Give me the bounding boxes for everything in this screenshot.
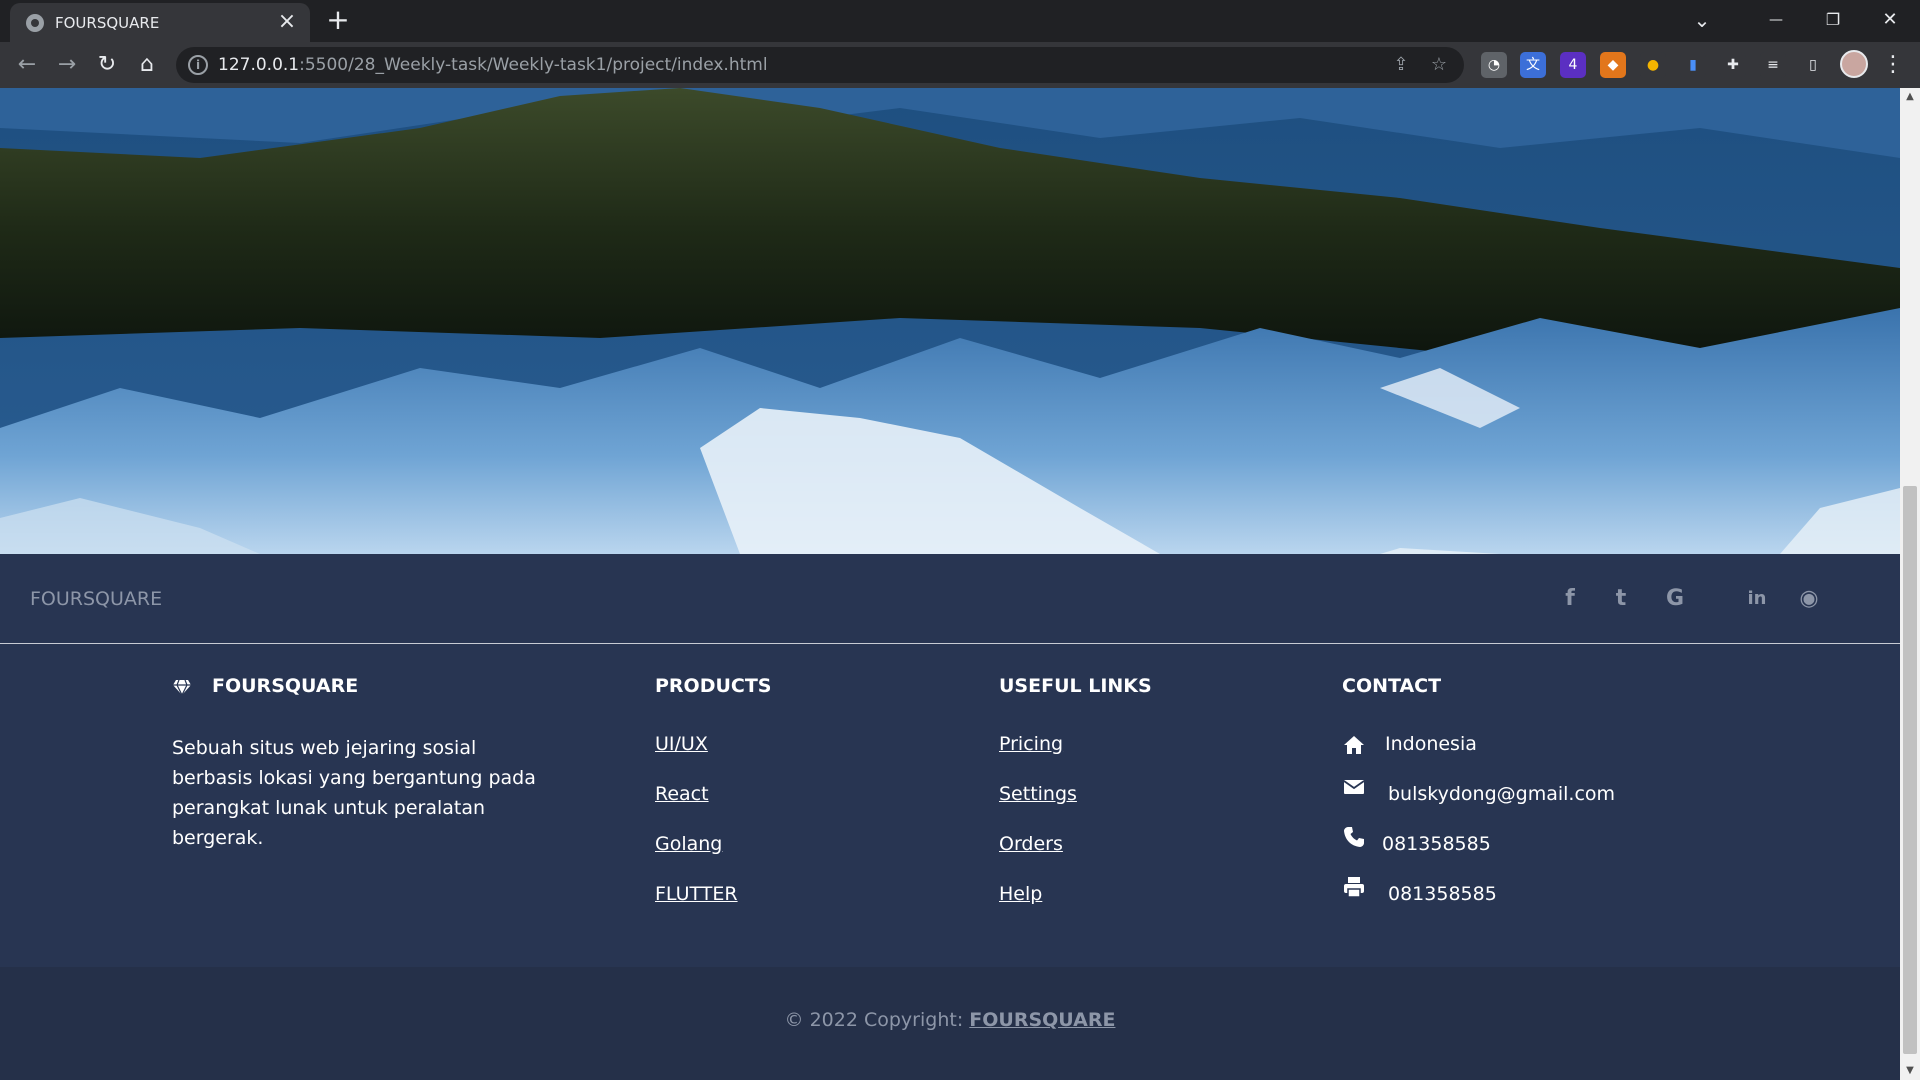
metamask-icon[interactable]: ◆	[1600, 52, 1626, 78]
product-link-uiux[interactable]: UI/UX	[655, 733, 708, 755]
phone-icon	[1344, 827, 1364, 847]
close-tab-icon[interactable]: ×	[274, 9, 300, 35]
contact-fax: 081358585	[1388, 883, 1497, 905]
hero-image	[0, 88, 1900, 554]
product-link-golang[interactable]: Golang	[655, 833, 722, 855]
envelope-icon	[1343, 780, 1365, 794]
extension-5-icon[interactable]: ●	[1640, 52, 1666, 78]
media-control-icon[interactable]: ≡	[1760, 52, 1786, 78]
tab-title: FOURSQUARE	[55, 14, 160, 32]
browser-menu-icon[interactable]: ⋮	[1880, 50, 1906, 80]
contact-email: bulskydong@gmail.com	[1388, 783, 1616, 805]
translate-icon[interactable]: 文	[1520, 52, 1546, 78]
copyright-prefix: © 2022 Copyright:	[784, 1009, 970, 1031]
side-panel-icon[interactable]: ▯	[1800, 52, 1826, 78]
forward-icon[interactable]: →	[51, 49, 83, 81]
globe-icon	[26, 14, 44, 32]
reload-icon[interactable]: ↻	[91, 49, 123, 81]
copyright-text: © 2022 Copyright: FOURSQUARE	[0, 1009, 1900, 1031]
page-scrollbar[interactable]: ▲ ▼	[1900, 88, 1920, 1080]
bookmark-star-icon[interactable]: ☆	[1426, 52, 1452, 78]
extension-6-icon[interactable]: ▮	[1680, 52, 1706, 78]
github-icon[interactable]: ◉	[1792, 582, 1826, 616]
footer-bar-brand[interactable]: FOURSQUARE	[30, 588, 162, 610]
contact-heading: CONTACT	[1342, 675, 1442, 697]
link-settings[interactable]: Settings	[999, 783, 1077, 805]
twitter-icon[interactable]: t	[1604, 582, 1638, 616]
back-icon[interactable]: ←	[11, 49, 43, 81]
minimize-button[interactable]: —	[1748, 0, 1804, 40]
product-link-flutter[interactable]: FLUTTER	[655, 883, 738, 905]
browser-tab[interactable]: FOURSQUARE ×	[10, 3, 310, 42]
copyright-bar: © 2022 Copyright: FOURSQUARE	[0, 967, 1900, 1080]
home-icon[interactable]: ⌂	[131, 49, 163, 81]
extension-1-icon[interactable]: ◔	[1481, 52, 1507, 78]
site-info-icon[interactable]: i	[188, 55, 208, 75]
new-tab-button[interactable]: +	[323, 5, 353, 35]
linkedin-icon[interactable]: in	[1740, 582, 1774, 616]
printer-icon	[1344, 877, 1364, 898]
contact-phone: 081358585	[1382, 833, 1491, 855]
footer-main: FOURSQUARE Sebuah situs web jejaring sos…	[0, 645, 1900, 967]
tab-strip: FOURSQUARE × + ⌄ — ❐ ✕	[0, 0, 1920, 42]
footer-social-bar: FOURSQUARE f t G in ◉	[0, 554, 1900, 644]
restore-button[interactable]: ❐	[1805, 0, 1861, 40]
profile-avatar[interactable]	[1840, 50, 1868, 78]
address-bar[interactable]: i 127.0.0.1:5500/28_Weekly-task/Weekly-t…	[176, 47, 1464, 83]
scroll-up-arrow-icon[interactable]: ▲	[1900, 88, 1920, 106]
footer-brand-title: FOURSQUARE	[212, 675, 359, 697]
page-viewport: FOURSQUARE f t G in ◉ FOURSQUARE Sebuah …	[0, 88, 1900, 1080]
extension-badge-count: 4	[1568, 57, 1578, 73]
extension-badge-icon[interactable]: 4	[1560, 52, 1586, 78]
copyright-link[interactable]: FOURSQUARE	[969, 1009, 1115, 1031]
mountain-reflection-image	[0, 88, 1900, 554]
useful-links-heading: USEFUL LINKS	[999, 675, 1152, 697]
home-icon	[1344, 736, 1364, 754]
link-orders[interactable]: Orders	[999, 833, 1063, 855]
tab-search-icon[interactable]: ⌄	[1674, 0, 1730, 40]
url-path: :5500/28_Weekly-task/Weekly-task1/projec…	[299, 55, 768, 75]
close-window-button[interactable]: ✕	[1862, 0, 1918, 40]
link-pricing[interactable]: Pricing	[999, 733, 1063, 755]
google-icon[interactable]: G	[1658, 582, 1692, 616]
products-heading: PRODUCTS	[655, 675, 772, 697]
url-host: 127.0.0.1	[218, 55, 300, 75]
footer-brand-description: Sebuah situs web jejaring sosial berbasi…	[172, 737, 536, 849]
puzzle-icon[interactable]: ✚	[1720, 52, 1746, 78]
gem-icon	[173, 679, 191, 697]
share-icon[interactable]: ⇪	[1388, 52, 1414, 78]
facebook-icon[interactable]: f	[1553, 582, 1587, 616]
scroll-down-arrow-icon[interactable]: ▼	[1900, 1062, 1920, 1080]
url-text[interactable]: 127.0.0.1:5500/28_Weekly-task/Weekly-tas…	[218, 55, 768, 75]
browser-toolbar: ← → ↻ ⌂ i 127.0.0.1:5500/28_Weekly-task/…	[0, 42, 1920, 88]
scrollbar-thumb[interactable]	[1903, 486, 1917, 1054]
product-link-react[interactable]: React	[655, 783, 709, 805]
contact-location: Indonesia	[1385, 733, 1477, 755]
link-help[interactable]: Help	[999, 883, 1042, 905]
